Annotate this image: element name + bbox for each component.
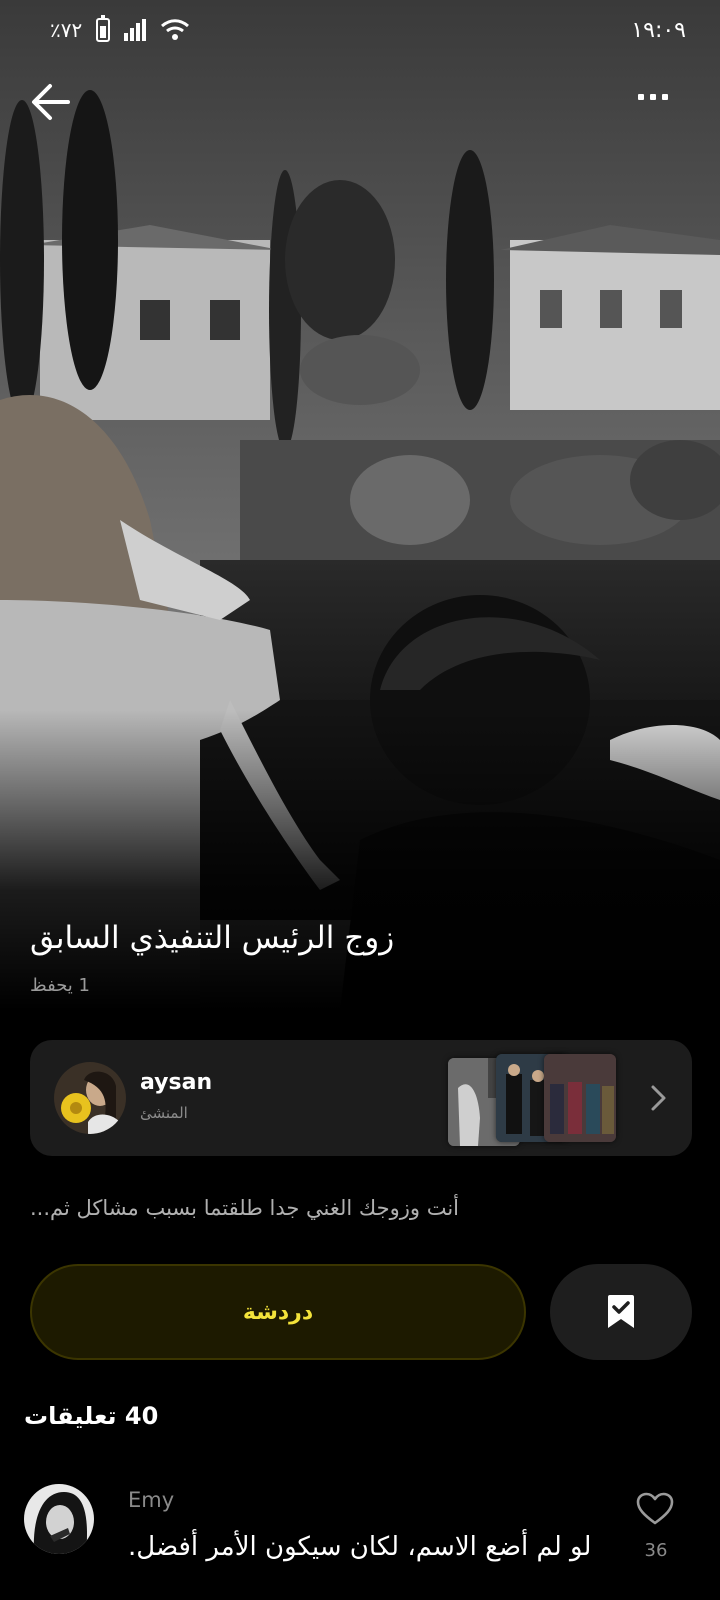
comment-text: لو لم أضع الاسم، لكان سيكون الأمر أفضل. (128, 1532, 592, 1562)
arrow-left-icon (32, 84, 70, 120)
chevron-right-icon (651, 1085, 666, 1111)
bookmark-check-icon (608, 1295, 634, 1328)
creator-name: aysan (140, 1070, 213, 1095)
thumbnail (544, 1054, 616, 1142)
creator-story-thumbnails (448, 1054, 620, 1146)
save-button[interactable] (550, 1264, 692, 1360)
battery-icon (96, 15, 111, 42)
chat-button[interactable]: دردشة (30, 1264, 526, 1360)
creator-card[interactable]: aysan المنشئ (30, 1040, 692, 1156)
clock: ١٩:٠٩ (631, 18, 686, 43)
creator-avatar (54, 1062, 126, 1134)
story-description: أنت وزوجك الغني جدا طلقتما بسبب مشاكل ثم… (30, 1196, 460, 1220)
heart-outline-icon[interactable] (636, 1492, 674, 1526)
creator-role: المنشئ (140, 1104, 188, 1122)
wifi-icon (161, 19, 190, 40)
more-dots-icon (638, 94, 644, 100)
commenter-avatar[interactable] (24, 1484, 94, 1554)
cover-image (0, 0, 720, 1010)
comments-count: 40 تعليقات (24, 1402, 159, 1430)
signal-icon (124, 19, 147, 41)
comment-item: Emy لو لم أضع الاسم، لكان سيكون الأمر أف… (0, 1470, 720, 1600)
commenter-name[interactable]: Emy (128, 1488, 174, 1512)
save-count: 1 يحفظ (30, 975, 90, 996)
status-bar: ٪٧٢ ١٩:٠٩ (0, 0, 720, 64)
story-title: زوج الرئيس التنفيذي السابق (30, 920, 395, 956)
more-options-button[interactable] (638, 94, 668, 100)
back-button[interactable] (30, 82, 74, 122)
like-count: 36 (644, 1540, 668, 1561)
battery-percent: ٪٧٢ (50, 18, 83, 42)
